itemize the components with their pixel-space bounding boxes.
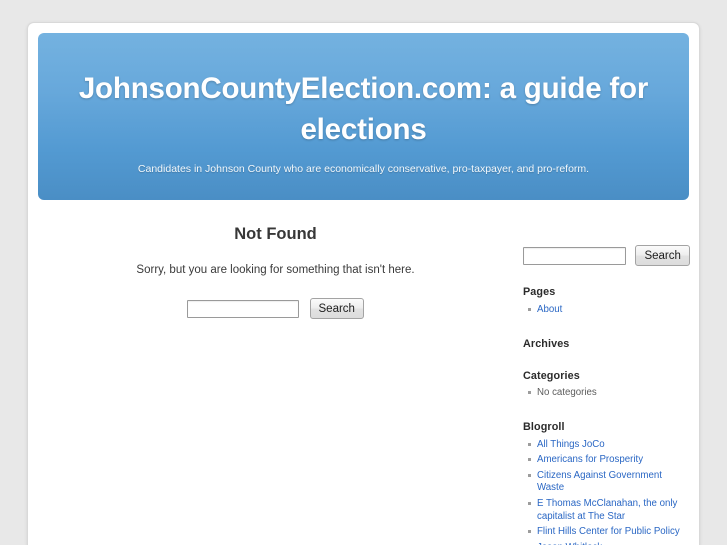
bullet-icon: [528, 473, 531, 477]
list-item-link[interactable]: Flint Hills Center for Public Policy: [537, 526, 680, 537]
list-item-label: No categories: [537, 387, 597, 399]
browser-page: JohnsonCountyElection.com: a guide for e…: [0, 0, 727, 545]
sidebar-widget-list: All Things JoCo Americans for Prosperity C…: [523, 433, 689, 545]
main-search-input[interactable]: [187, 299, 300, 318]
list-item: No categories: [523, 386, 689, 402]
bullet-icon: [528, 307, 531, 311]
main-search-button[interactable]: Search: [309, 298, 364, 319]
sidebar-widget: Archives: [523, 318, 689, 350]
sidebar-search-button[interactable]: Search: [635, 245, 690, 266]
sidebar-widget: Blogroll All Things JoCo Americans for Pro…: [523, 401, 689, 545]
sidebar-widgets: Pages About Archives Categories No categorie…: [523, 266, 689, 545]
site-header: JohnsonCountyElection.com: a guide for e…: [38, 33, 689, 200]
list-item[interactable]: About: [523, 302, 689, 318]
sidebar-widget: Categories No categories: [523, 350, 689, 402]
main-search-form: Search: [38, 276, 513, 319]
not-found-message: Sorry, but you are looking for something…: [136, 264, 415, 276]
bullet-icon: [528, 530, 531, 534]
site-title[interactable]: JohnsonCountyElection.com: a guide for e…: [38, 33, 689, 150]
main-content-column: Not Found Sorry, but you are looking for…: [38, 211, 513, 319]
sidebar-widget-title: Pages: [523, 286, 556, 298]
page-title: Not Found: [234, 225, 317, 243]
sidebar-search-form: Search: [523, 211, 690, 266]
sidebar-widget: Pages About: [523, 266, 689, 318]
sidebar-widget-title: Archives: [523, 337, 570, 350]
bullet-icon: [528, 442, 531, 446]
list-item-link[interactable]: E Thomas McClanahan, the only capitalist…: [537, 498, 677, 522]
sidebar-widget-list: About: [523, 298, 689, 318]
site-wrapper: JohnsonCountyElection.com: a guide for e…: [27, 22, 700, 545]
sidebar-widget-list: No categories: [523, 382, 689, 402]
sidebar-search-input[interactable]: [523, 246, 626, 265]
list-item-link[interactable]: Citizens Against Government Waste: [537, 470, 662, 494]
sidebar-widget-title: Blogroll: [523, 421, 565, 434]
list-item[interactable]: Flint Hills Center for Public Policy: [523, 525, 689, 541]
bullet-icon: [528, 391, 531, 395]
list-item-link[interactable]: About: [537, 304, 562, 315]
list-item[interactable]: All Things JoCo: [523, 437, 689, 453]
bullet-icon: [528, 502, 531, 506]
list-item[interactable]: E Thomas McClanahan, the only capitalist…: [523, 497, 689, 525]
site-tagline: Candidates in Johnson County who are eco…: [137, 163, 590, 175]
list-item[interactable]: Jason Whitlock: [523, 540, 689, 545]
list-item-link[interactable]: Americans for Prosperity: [537, 454, 643, 465]
content-area: Not Found Sorry, but you are looking for…: [38, 211, 690, 545]
sidebar: Search Pages About Archives Categories No ca…: [523, 211, 690, 545]
bullet-icon: [528, 458, 531, 462]
list-item-link[interactable]: All Things JoCo: [537, 439, 605, 450]
list-item[interactable]: Americans for Prosperity: [523, 453, 689, 469]
sidebar-widget-title: Categories: [523, 369, 580, 382]
list-item[interactable]: Citizens Against Government Waste: [523, 468, 689, 496]
